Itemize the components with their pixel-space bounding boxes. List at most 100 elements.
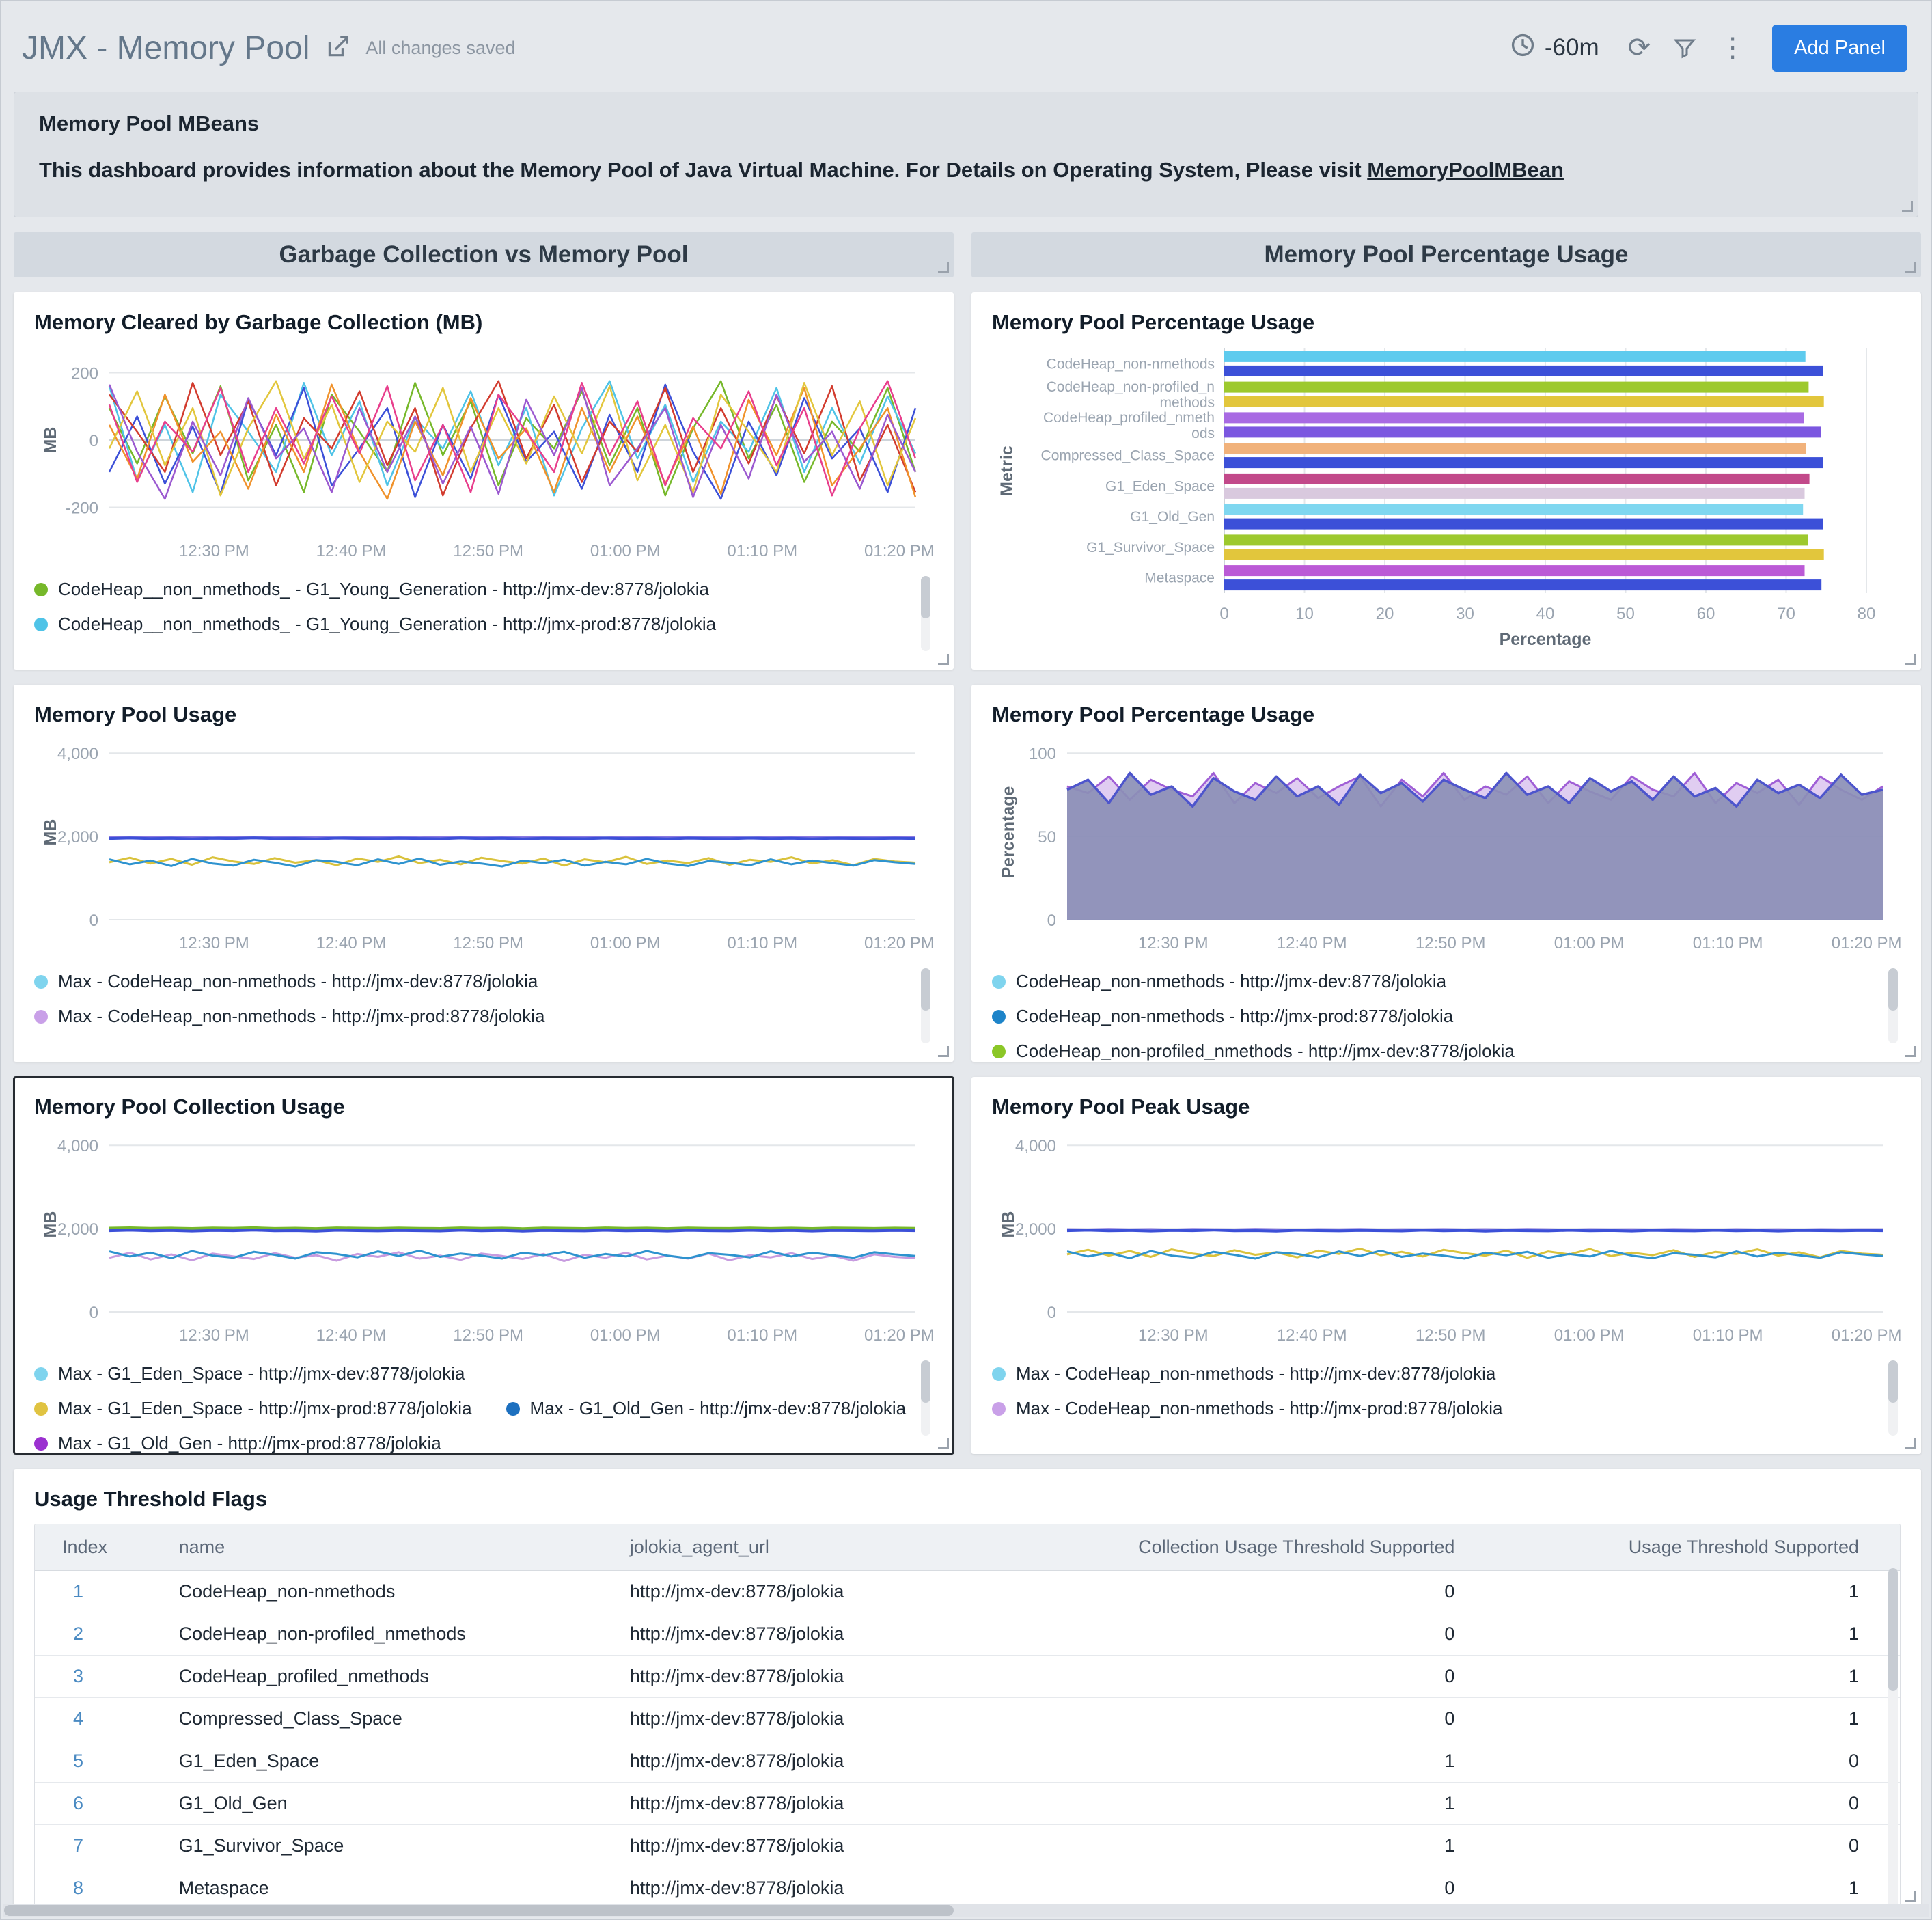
legend-dot bbox=[34, 1437, 48, 1451]
resize-handle[interactable] bbox=[1905, 1438, 1916, 1449]
column-header[interactable]: Usage Threshold Supported bbox=[1495, 1524, 1900, 1571]
gc-cleared-chart[interactable]: 2000-20012:30 PM12:40 PM12:50 PM01:00 PM… bbox=[34, 342, 933, 564]
pct-usage-area-chart[interactable]: 05010012:30 PM12:40 PM12:50 PM01:00 PM01… bbox=[992, 734, 1901, 957]
legend-item[interactable]: Max - CodeHeap_non-nmethods - http://jmx… bbox=[34, 1006, 545, 1027]
svg-text:01:10 PM: 01:10 PM bbox=[727, 542, 797, 560]
peak-usage-chart[interactable]: 02,0004,00012:30 PM12:40 PM12:50 PM01:00… bbox=[992, 1126, 1901, 1349]
legend-item[interactable]: Max - G1_Old_Gen - http://jmx-prod:8778/… bbox=[34, 1433, 441, 1454]
column-header[interactable]: Collection Usage Threshold Supported bbox=[971, 1524, 1496, 1571]
legend-label: CodeHeap__non_nmethods_ - G1_Young_Gener… bbox=[58, 614, 716, 635]
resize-handle[interactable] bbox=[938, 654, 949, 665]
collection-legend: Max - G1_Eden_Space - http://jmx-dev:877… bbox=[34, 1352, 913, 1454]
text-panel-body-text: This dashboard provides information abou… bbox=[39, 158, 1367, 182]
legend-item[interactable]: CodeHeap_non-nmethods - http://jmx-dev:8… bbox=[992, 971, 1446, 992]
svg-text:2,000: 2,000 bbox=[57, 828, 98, 847]
table-cell: CodeHeap_non-nmethods bbox=[161, 1571, 612, 1613]
legend-item[interactable]: CodeHeap__non_nmethods_ - G1_Young_Gener… bbox=[34, 614, 716, 635]
resize-handle[interactable] bbox=[938, 262, 949, 273]
threshold-table: Indexnamejolokia_agent_urlCollection Usa… bbox=[35, 1524, 1900, 1906]
legend-item[interactable]: Max - G1_Eden_Space - http://jmx-prod:87… bbox=[34, 1398, 472, 1419]
resize-handle[interactable] bbox=[1905, 262, 1916, 273]
pool-usage-chart[interactable]: 02,0004,00012:30 PM12:40 PM12:50 PM01:00… bbox=[34, 734, 933, 957]
legend-scrollbar[interactable] bbox=[921, 968, 930, 1043]
time-range-value: -60m bbox=[1545, 34, 1599, 61]
legend-item[interactable]: Max - G1_Eden_Space - http://jmx-dev:877… bbox=[34, 1363, 465, 1384]
table-row[interactable]: 2CodeHeap_non-profiled_nmethodshttp://jm… bbox=[35, 1613, 1900, 1656]
svg-text:0: 0 bbox=[1219, 605, 1228, 623]
legend-label: CodeHeap_non-nmethods - http://jmx-dev:8… bbox=[1016, 971, 1446, 992]
table-cell: 0 bbox=[971, 1613, 1496, 1656]
filter-button[interactable] bbox=[1661, 35, 1708, 61]
table-cell: 5 bbox=[35, 1740, 161, 1783]
table-cell: 0 bbox=[1495, 1740, 1900, 1783]
svg-text:MB: MB bbox=[41, 1211, 60, 1238]
table-cell: G1_Old_Gen bbox=[161, 1783, 612, 1825]
table-row[interactable]: 6G1_Old_Genhttp://jmx-dev:8778/jolokia10 bbox=[35, 1783, 1900, 1825]
svg-text:01:10 PM: 01:10 PM bbox=[727, 934, 797, 952]
legend-item[interactable]: CodeHeap_non-nmethods - http://jmx-prod:… bbox=[992, 1006, 1453, 1027]
svg-text:12:30 PM: 12:30 PM bbox=[179, 934, 249, 952]
time-range-button[interactable]: -60m bbox=[1509, 31, 1599, 65]
table-scrollbar[interactable] bbox=[1888, 1568, 1898, 1906]
peak-legend: Max - CodeHeap_non-nmethods - http://jmx… bbox=[992, 1352, 1880, 1419]
table-cell: 4 bbox=[35, 1698, 161, 1740]
column-header[interactable]: Index bbox=[35, 1524, 161, 1571]
legend-dot bbox=[34, 975, 48, 989]
table-row[interactable]: 1CodeHeap_non-nmethodshttp://jmx-dev:877… bbox=[35, 1571, 1900, 1613]
add-panel-button[interactable]: Add Panel bbox=[1772, 25, 1907, 72]
table-row[interactable]: 4Compressed_Class_Spacehttp://jmx-dev:87… bbox=[35, 1698, 1900, 1740]
svg-text:12:50 PM: 12:50 PM bbox=[1416, 934, 1486, 952]
legend-item[interactable]: Max - CodeHeap_non-nmethods - http://jmx… bbox=[34, 971, 538, 992]
svg-text:4,000: 4,000 bbox=[1015, 1137, 1056, 1155]
table-row[interactable]: 8Metaspacehttp://jmx-dev:8778/jolokia01 bbox=[35, 1867, 1900, 1907]
legend-label: CodeHeap__non_nmethods_ - G1_Young_Gener… bbox=[58, 579, 709, 600]
svg-text:G1_Eden_Space: G1_Eden_Space bbox=[1105, 478, 1215, 494]
table-row[interactable]: 3CodeHeap_profiled_nmethodshttp://jmx-de… bbox=[35, 1656, 1900, 1698]
table-cell: Metaspace bbox=[161, 1867, 612, 1907]
resize-handle[interactable] bbox=[1902, 201, 1913, 212]
horizontal-scrollbar[interactable] bbox=[3, 1904, 1929, 1917]
section-header-pct-usage[interactable]: Memory Pool Percentage Usage bbox=[971, 232, 1921, 277]
panel-title: Memory Pool Percentage Usage bbox=[992, 310, 1901, 335]
legend-item[interactable]: Max - G1_Old_Gen - http://jmx-dev:8778/j… bbox=[506, 1398, 907, 1419]
legend-item[interactable]: Max - CodeHeap_non-nmethods - http://jmx… bbox=[992, 1363, 1495, 1384]
memory-pool-mbean-link[interactable]: MemoryPoolMBean bbox=[1367, 158, 1564, 182]
legend-label: Max - G1_Eden_Space - http://jmx-dev:877… bbox=[58, 1363, 465, 1384]
svg-text:01:00 PM: 01:00 PM bbox=[590, 934, 661, 952]
column-header[interactable]: name bbox=[161, 1524, 612, 1571]
table-cell: 1 bbox=[1495, 1867, 1900, 1907]
panel-usage-threshold-flags: Usage Threshold Flags Indexnamejolokia_a… bbox=[14, 1469, 1921, 1906]
legend-item[interactable]: CodeHeap__non_nmethods_ - G1_Young_Gener… bbox=[34, 579, 709, 600]
legend-scrollbar[interactable] bbox=[1888, 1360, 1898, 1436]
table-row[interactable]: 7G1_Survivor_Spacehttp://jmx-dev:8778/jo… bbox=[35, 1825, 1900, 1867]
legend-item[interactable]: CodeHeap_non-profiled_nmethods - http://… bbox=[992, 1041, 1515, 1062]
table-cell: CodeHeap_profiled_nmethods bbox=[161, 1656, 612, 1698]
resize-handle[interactable] bbox=[938, 1046, 949, 1057]
section-header-label: Memory Pool Percentage Usage bbox=[1265, 241, 1629, 269]
svg-text:12:30 PM: 12:30 PM bbox=[179, 1326, 249, 1345]
resize-handle[interactable] bbox=[1905, 1046, 1916, 1057]
svg-text:01:20 PM: 01:20 PM bbox=[1832, 934, 1901, 952]
more-menu-button[interactable]: ⋮ bbox=[1708, 34, 1757, 61]
legend-scrollbar[interactable] bbox=[921, 1360, 930, 1436]
pct-usage-bar-chart[interactable]: 01020304050607080PercentageMetricCodeHea… bbox=[992, 342, 1901, 656]
usage-legend: Max - CodeHeap_non-nmethods - http://jmx… bbox=[34, 960, 913, 1027]
table-cell: 1 bbox=[971, 1740, 1496, 1783]
edit-icon[interactable] bbox=[325, 33, 350, 63]
table-row[interactable]: 5G1_Eden_Spacehttp://jmx-dev:8778/joloki… bbox=[35, 1740, 1900, 1783]
legend-scrollbar[interactable] bbox=[1888, 968, 1898, 1043]
legend-dot bbox=[992, 1367, 1006, 1381]
section-header-gc-vs-pool[interactable]: Garbage Collection vs Memory Pool bbox=[14, 232, 954, 277]
refresh-button[interactable]: ⟳ bbox=[1617, 34, 1662, 61]
legend-scrollbar[interactable] bbox=[921, 576, 930, 651]
svg-text:40: 40 bbox=[1536, 605, 1555, 623]
resize-handle[interactable] bbox=[938, 1438, 949, 1449]
legend-item[interactable]: Max - CodeHeap_non-nmethods - http://jmx… bbox=[992, 1398, 1503, 1419]
collection-usage-chart[interactable]: 02,0004,00012:30 PM12:40 PM12:50 PM01:00… bbox=[34, 1126, 933, 1349]
panel-peak-usage: Memory Pool Peak Usage 02,0004,00012:30 … bbox=[971, 1077, 1921, 1454]
column-header[interactable]: jolokia_agent_url bbox=[612, 1524, 971, 1571]
horizontal-scrollbar-thumb[interactable] bbox=[4, 1905, 954, 1916]
svg-text:CodeHeap_profiled_nmeth: CodeHeap_profiled_nmeth bbox=[1043, 410, 1215, 426]
resize-handle[interactable] bbox=[1905, 1891, 1916, 1902]
resize-handle[interactable] bbox=[1905, 654, 1916, 665]
